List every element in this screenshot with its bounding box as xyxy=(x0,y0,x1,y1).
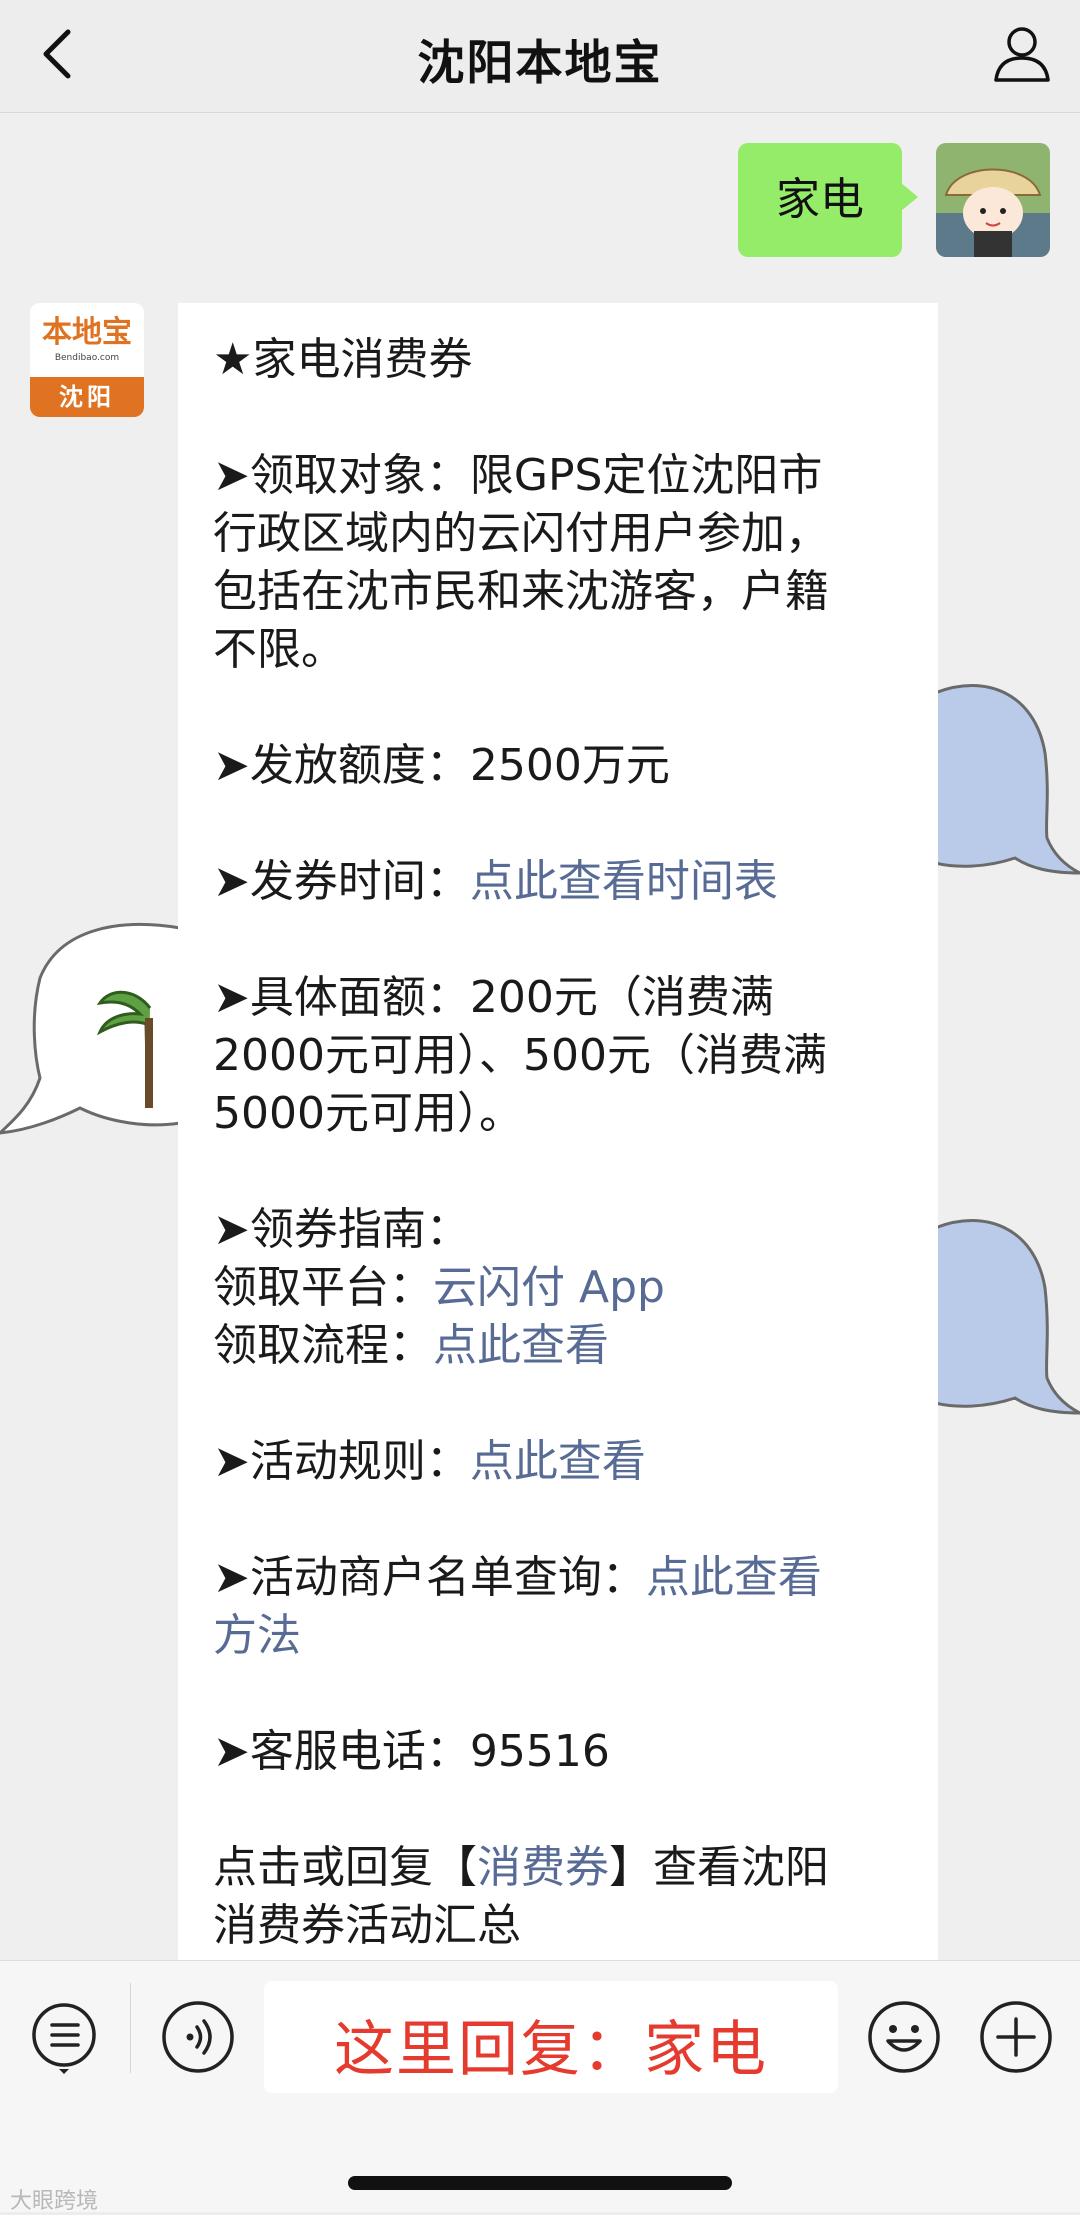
message-body: ★家电消费券 ➤领取对象：限GPS定位沈阳市 行政区域内的云闪付用户参加， 包括… xyxy=(213,331,913,1955)
input-bar-divider xyxy=(130,1983,131,2073)
timetable-link[interactable]: 点此查看时间表 xyxy=(470,856,778,907)
message-input-field[interactable]: 这里回复：家电 xyxy=(264,1981,838,2093)
reply-hint-text: 这里回复：家电 xyxy=(334,2015,768,2085)
chat-area[interactable]: 家电 本地宝 Bendibao.com 沈阳 ★家电消费券 ➤领取对象：限GPS… xyxy=(0,113,1080,1960)
rules-link[interactable]: 点此查看 xyxy=(470,1436,646,1487)
guide-label: ➤领券指南： xyxy=(213,1204,470,1255)
top-nav-bar: 沈阳本地宝 xyxy=(0,0,1080,113)
process-line: 领取流程：点此查看 xyxy=(213,1317,913,1375)
watermark-text: 大眼跨境 xyxy=(10,2189,99,2214)
bot-avatar[interactable]: 本地宝 Bendibao.com 沈阳 xyxy=(30,303,144,417)
emoji-icon[interactable] xyxy=(866,1999,942,2075)
footer-prefix: 点击或回复【 xyxy=(213,1842,477,1893)
platform-label: 领取平台： xyxy=(213,1262,433,1313)
merchants-line-2: 方法 xyxy=(213,1607,913,1665)
amount-line-2: 2000元可用）、500元（消费满 xyxy=(213,1030,827,1081)
menu-list-icon[interactable] xyxy=(26,1999,102,2075)
user-avatar-cartoon-icon xyxy=(936,143,1050,257)
issue-time-line: ➤发券时间：点此查看时间表 xyxy=(213,853,913,911)
wallpaper-doodle-right-top xyxy=(935,684,1080,875)
target-line-3: 包括在沈市民和来沈游客，户籍 xyxy=(213,566,829,617)
issue-time-label: ➤发券时间： xyxy=(213,856,470,907)
footer-line-2: 消费券活动汇总 xyxy=(213,1900,521,1951)
wallpaper-doodle-right-bottom xyxy=(935,1219,1080,1415)
bottom-input-bar: 这里回复：家电 大眼跨境 xyxy=(0,1960,1080,2214)
logo-cn-text: 本地宝 xyxy=(42,315,132,350)
bot-message-card: ★家电消费券 ➤领取对象：限GPS定位沈阳市 行政区域内的云闪付用户参加， 包括… xyxy=(178,303,938,1960)
footer-line-1: 点击或回复【消费券】查看沈阳 xyxy=(213,1839,913,1897)
merchants-link-cont[interactable]: 方法 xyxy=(213,1610,301,1661)
logo-city-text: 沈阳 xyxy=(30,377,144,417)
merchants-label: ➤活动商户名单查询： xyxy=(213,1552,646,1603)
wallpaper-doodle-left xyxy=(0,923,180,1135)
plus-more-icon[interactable] xyxy=(978,1999,1054,2075)
bendibao-logo: 本地宝 Bendibao.com xyxy=(30,303,144,375)
phone-line: ➤客服电话：95516 xyxy=(213,1726,610,1777)
profile-icon[interactable] xyxy=(988,20,1056,88)
process-label: 领取流程： xyxy=(213,1320,433,1371)
user-avatar[interactable] xyxy=(936,143,1050,257)
target-line-2: 行政区域内的云闪付用户参加， xyxy=(213,508,829,559)
logo-en-text: Bendibao.com xyxy=(54,353,120,363)
target-line-4: 不限。 xyxy=(213,624,345,675)
platform-line: 领取平台：云闪付 App xyxy=(213,1259,913,1317)
user-message-bubble[interactable]: 家电 xyxy=(738,143,918,257)
voice-input-icon[interactable] xyxy=(160,1999,236,2075)
target-line-1: ➤领取对象：限GPS定位沈阳市 xyxy=(213,450,823,501)
process-link[interactable]: 点此查看 xyxy=(433,1320,609,1371)
voucher-link[interactable]: 消费券 xyxy=(477,1842,609,1893)
card-heading: ★家电消费券 xyxy=(213,334,473,385)
amount-line-3: 5000元可用）。 xyxy=(213,1088,523,1139)
merchants-link[interactable]: 点此查看 xyxy=(646,1552,822,1603)
page-title: 沈阳本地宝 xyxy=(417,36,663,91)
quota-line: ➤发放额度：2500万元 xyxy=(213,740,670,791)
footer-suffix: 】查看沈阳 xyxy=(609,1842,829,1893)
unionpay-app-link[interactable]: 云闪付 App xyxy=(433,1262,665,1313)
rules-line: ➤活动规则：点此查看 xyxy=(213,1433,913,1491)
home-indicator[interactable] xyxy=(348,2176,732,2190)
merchants-line: ➤活动商户名单查询：点此查看 xyxy=(213,1549,913,1607)
rules-label: ➤活动规则： xyxy=(213,1436,470,1487)
amount-line-1: ➤具体面额：200元（消费满 xyxy=(213,972,774,1023)
